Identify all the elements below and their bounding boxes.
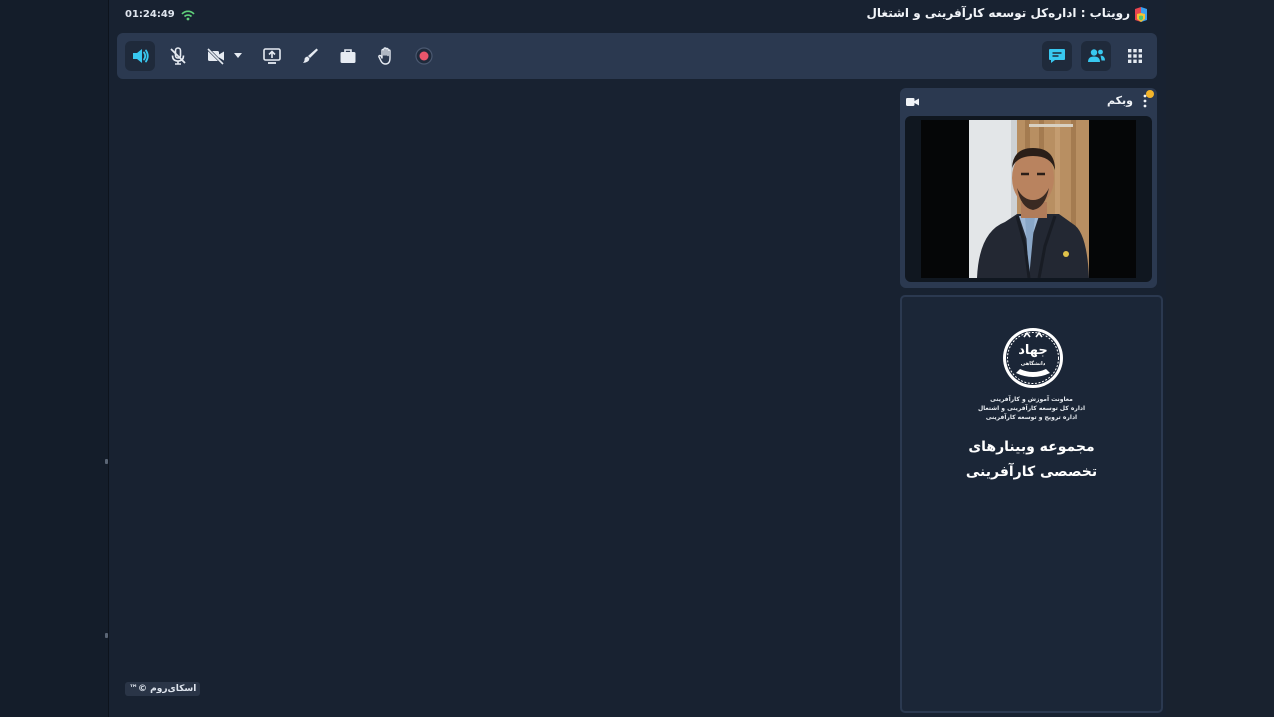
org-line: اداره کل توسعه کارآفرینی و اشتغال [977, 405, 1086, 412]
connection-signal-icon [181, 10, 195, 21]
whiteboard-button[interactable] [295, 41, 325, 71]
record-icon [415, 47, 433, 65]
video-frame[interactable] [905, 116, 1152, 282]
top-bar: 01:24:49 رویتاب : اداره‌کل توسعه کارآفری… [108, 0, 1166, 32]
status-dot [1146, 90, 1154, 98]
session-clock: 01:24:49 [125, 9, 175, 20]
microphone-button[interactable] [163, 41, 193, 71]
raise-hand-button[interactable] [371, 41, 401, 71]
skyroom-watermark: اسکای‌روم ©™ [125, 682, 201, 696]
participant-video-image [969, 120, 1089, 278]
whiteboard-brush-icon [303, 48, 318, 63]
emblem-subtext: دانشگاهی [1021, 360, 1046, 367]
presentation-slide-panel[interactable]: جهاد دانشگاهی معاونت آموزش و کارآفرینی ا… [900, 295, 1163, 713]
toolbar [117, 33, 1157, 79]
webcam-header: وبکم [900, 88, 1157, 114]
webcam-panel: وبکم [900, 88, 1157, 288]
share-screen-icon [263, 48, 281, 64]
video-feed [921, 120, 1136, 278]
record-button[interactable] [409, 41, 439, 71]
org-line: معاونت آموزش و کارآفرینی [990, 396, 1073, 403]
slide-title: مجموعه وبینارهای تخصصی کارآفرینی [902, 435, 1161, 485]
room-title: رویتاب : اداره‌کل توسعه کارآفرینی و اشتغ… [866, 6, 1130, 20]
skyroom-logo-icon [1135, 7, 1147, 22]
apps-button[interactable] [1120, 41, 1150, 71]
apps-grid-icon [1128, 49, 1142, 63]
resize-handle[interactable] [105, 633, 108, 638]
jahad-emblem-logo: جهاد دانشگاهی [1003, 328, 1063, 388]
camera-button[interactable] [201, 41, 231, 71]
main-stage[interactable] [117, 88, 892, 713]
users-icon [1088, 49, 1105, 62]
right-gutter [1166, 0, 1274, 717]
chat-button[interactable] [1042, 41, 1072, 71]
video-camera-icon[interactable] [906, 97, 919, 107]
chat-icon [1049, 49, 1065, 63]
raise-hand-icon [378, 47, 391, 65]
slide-title-line: تخصصی کارآفرینی [965, 464, 1098, 480]
resize-handle[interactable] [105, 459, 108, 464]
briefcase-icon [340, 49, 356, 63]
emblem-text: جهاد [1018, 343, 1048, 358]
slide-title-line: مجموعه وبینارهای [968, 439, 1095, 455]
mic-muted-icon [170, 47, 186, 65]
share-screen-button[interactable] [257, 41, 287, 71]
speaker-button[interactable] [125, 41, 155, 71]
organization-lines: معاونت آموزش و کارآفرینی اداره کل توسعه … [902, 395, 1161, 422]
files-button[interactable] [333, 41, 363, 71]
chevron-down-icon[interactable] [234, 53, 242, 59]
webcam-title: وبکم [1107, 94, 1133, 107]
users-button[interactable] [1081, 41, 1111, 71]
speaker-icon [133, 49, 149, 63]
camera-off-icon [206, 47, 225, 66]
left-gutter [0, 0, 109, 717]
org-line: اداره ترویج و توسعه کارآفرینی [985, 414, 1078, 421]
